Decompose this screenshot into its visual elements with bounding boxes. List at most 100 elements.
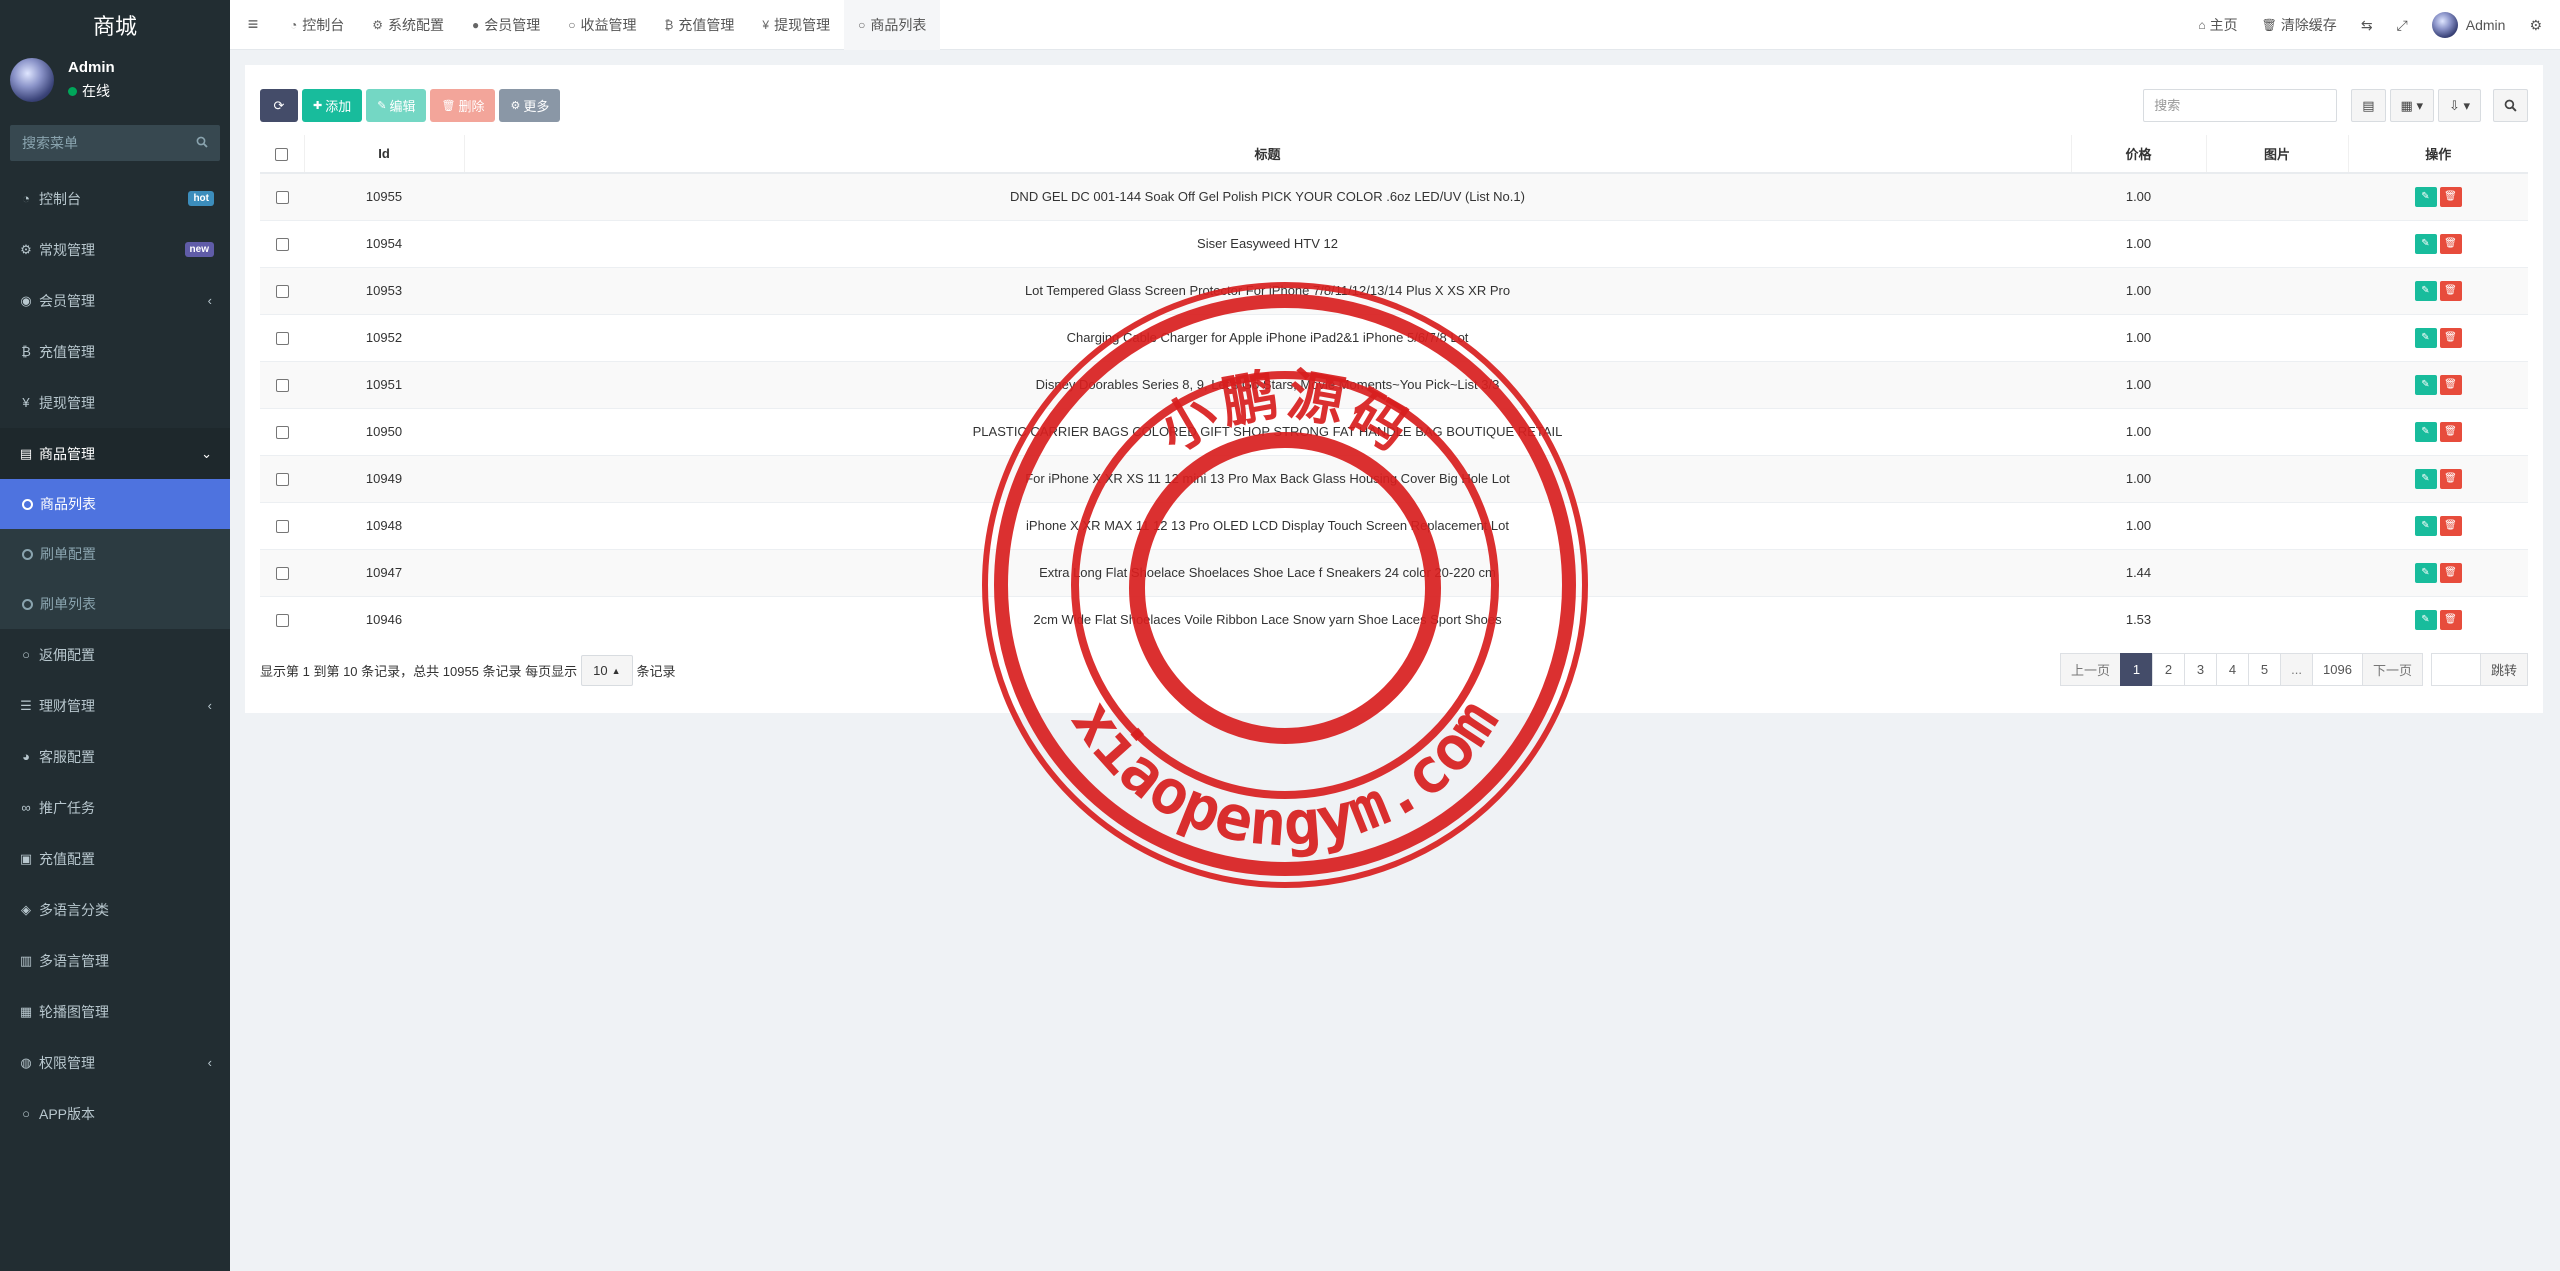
table-row[interactable]: 10947 Extra Long Flat Shoelace Shoelaces … — [260, 548, 2528, 596]
edit-row-icon[interactable]: ✎ — [2414, 609, 2437, 630]
table-search-input[interactable] — [2143, 89, 2338, 122]
row-checkbox[interactable] — [275, 520, 289, 534]
page-4-button[interactable]: 4 — [2216, 653, 2250, 686]
more-button[interactable]: ⚙ 更多 — [499, 89, 561, 122]
row-checkbox[interactable] — [275, 473, 289, 487]
page-2-button[interactable]: 2 — [2152, 653, 2186, 686]
sidebar-item-recharge-config[interactable]: ▣ 充值配置 — [0, 833, 230, 884]
sidebar-item-goods-list[interactable]: 商品列表 — [0, 479, 230, 529]
sidebar-item-commission[interactable]: ○ 返佣配置 — [0, 629, 230, 680]
brand-logo[interactable]: 商城 — [0, 0, 230, 50]
tab-dashboard[interactable]: ◔ 控制台 — [276, 0, 358, 50]
delete-row-icon[interactable]: 🗑 — [2439, 515, 2462, 536]
sidebar-item-lang-manage[interactable]: ▥ 多语言管理 — [0, 935, 230, 986]
edit-row-icon[interactable]: ✎ — [2414, 515, 2437, 536]
settings-gear-icon[interactable]: ⚙ — [2517, 17, 2560, 34]
row-checkbox[interactable] — [275, 567, 289, 581]
tab-members[interactable]: ● 会员管理 — [458, 0, 554, 50]
col-price[interactable]: 价格 — [2071, 135, 2207, 174]
sidebar-item-lang-category[interactable]: ◈ 多语言分类 — [0, 884, 230, 935]
page-5-button[interactable]: 5 — [2248, 653, 2282, 686]
jump-button[interactable]: 跳转 — [2479, 653, 2528, 686]
sidebar-item-goods[interactable]: ▤ 商品管理 ⌄ — [0, 428, 230, 479]
delete-button[interactable]: 🗑 删除 — [430, 89, 496, 122]
sidebar-item-service[interactable]: ◕ 客服配置 — [0, 731, 230, 782]
sidebar-item-banner[interactable]: ▦ 轮播图管理 — [0, 986, 230, 1037]
delete-row-icon[interactable]: 🗑 — [2439, 327, 2462, 348]
page-size-dropdown[interactable]: 10 ▲ — [581, 655, 633, 686]
delete-row-icon[interactable]: 🗑 — [2439, 609, 2462, 630]
select-all-checkbox[interactable] — [275, 148, 289, 162]
row-checkbox[interactable] — [275, 614, 289, 628]
advanced-search-icon[interactable] — [2493, 89, 2528, 122]
row-checkbox[interactable] — [275, 238, 289, 252]
table-row[interactable]: 10951 Disney Doorables Series 8, 9, Let's… — [260, 360, 2528, 408]
delete-row-icon[interactable]: 🗑 — [2439, 562, 2462, 583]
sidebar-item-order-config[interactable]: 刷单配置 — [0, 529, 230, 579]
search-icon[interactable] — [196, 135, 208, 151]
menu-toggle-icon[interactable]: ≡ — [230, 14, 276, 35]
sidebar-item-promotion[interactable]: ∞ 推广任务 — [0, 782, 230, 833]
delete-row-icon[interactable]: 🗑 — [2439, 280, 2462, 301]
delete-row-icon[interactable]: 🗑 — [2439, 233, 2462, 254]
add-button[interactable]: ✚ 添加 — [302, 89, 363, 122]
page-last-button[interactable]: 1096 — [2312, 653, 2363, 686]
table-row[interactable]: 10949 For iPhone X XR XS 11 12 mini 13 Pr… — [260, 454, 2528, 502]
sidebar-item-order-list[interactable]: 刷单列表 — [0, 579, 230, 629]
row-checkbox[interactable] — [275, 191, 289, 205]
delete-row-icon[interactable]: 🗑 — [2439, 374, 2462, 395]
tab-recharge[interactable]: ₿ 充值管理 — [651, 0, 749, 50]
edit-row-icon[interactable]: ✎ — [2414, 374, 2437, 395]
table-row[interactable]: 10954 Siser Easyweed HTV 12 1.00 ✎ 🗑 — [260, 219, 2528, 267]
row-checkbox[interactable] — [275, 285, 289, 299]
sidebar-item-dashboard[interactable]: ◔ 控制台 hot — [0, 173, 230, 224]
table-row[interactable]: 10946 2cm Wide Flat Shoelaces Voile Ribbo… — [260, 595, 2528, 643]
export-dropdown-icon[interactable]: ⇩ ▾ — [2437, 89, 2481, 122]
sidebar-item-app-version[interactable]: ○ APP版本 — [0, 1088, 230, 1139]
edit-row-icon[interactable]: ✎ — [2414, 186, 2437, 207]
home-link[interactable]: ⌂ 主页 — [2186, 15, 2249, 35]
page-3-button[interactable]: 3 — [2184, 653, 2218, 686]
table-row[interactable]: 10955 DND GEL DC 001-144 Soak Off Gel Pol… — [260, 172, 2528, 220]
tab-system-config[interactable]: ⚙ 系统配置 — [358, 0, 458, 50]
columns-dropdown-icon[interactable]: ▦ ▾ — [2389, 89, 2434, 122]
col-id[interactable]: Id — [304, 135, 465, 174]
table-row[interactable]: 10952 Charging Cable Charger for Apple iP… — [260, 313, 2528, 361]
sidebar-item-withdraw[interactable]: ¥ 提现管理 — [0, 377, 230, 428]
row-checkbox[interactable] — [275, 426, 289, 440]
tab-withdraw[interactable]: ¥ 提现管理 — [748, 0, 844, 50]
table-row[interactable]: 10948 iPhone X XR MAX 11 12 13 Pro OLED L… — [260, 501, 2528, 549]
tab-income[interactable]: ○ 收益管理 — [554, 0, 650, 50]
row-checkbox[interactable] — [275, 379, 289, 393]
sidebar-item-members[interactable]: ◉ 会员管理 ‹ — [0, 275, 230, 326]
sidebar-item-permission[interactable]: ◍ 权限管理 ‹ — [0, 1037, 230, 1088]
edit-row-icon[interactable]: ✎ — [2414, 327, 2437, 348]
edit-row-icon[interactable]: ✎ — [2414, 233, 2437, 254]
delete-row-icon[interactable]: 🗑 — [2439, 468, 2462, 489]
sidebar-item-general[interactable]: ⚙ 常规管理 new — [0, 224, 230, 275]
table-row[interactable]: 10950 PLASTIC CARRIER BAGS COLORED GIFT S… — [260, 407, 2528, 455]
prev-page-button[interactable]: 上一页 — [2060, 653, 2122, 686]
edit-row-icon[interactable]: ✎ — [2414, 421, 2437, 442]
row-checkbox[interactable] — [275, 332, 289, 346]
jump-page-input[interactable] — [2430, 653, 2481, 686]
sidebar-item-finance[interactable]: ☰ 理财管理 ‹ — [0, 680, 230, 731]
delete-row-icon[interactable]: 🗑 — [2439, 421, 2462, 442]
clear-cache-button[interactable]: 🗑 清除缓存 — [2250, 15, 2349, 35]
col-title[interactable]: 标题 — [464, 135, 2072, 174]
tab-goods-list[interactable]: ○ 商品列表 — [844, 0, 941, 50]
page-1-button[interactable]: 1 — [2120, 653, 2154, 686]
edit-row-icon[interactable]: ✎ — [2414, 562, 2437, 583]
delete-row-icon[interactable]: 🗑 — [2439, 186, 2462, 207]
table-row[interactable]: 10953 Lot Tempered Glass Screen Protector… — [260, 266, 2528, 314]
toggle-view-icon[interactable]: ▤ — [2351, 89, 2386, 122]
next-page-button[interactable]: 下一页 — [2361, 653, 2423, 686]
refresh-button[interactable]: ⟳ — [260, 89, 298, 122]
edit-button[interactable]: ✎ 编辑 — [366, 89, 427, 122]
menu-search-input[interactable] — [22, 135, 182, 151]
language-toggle-icon[interactable]: ⇆ — [2349, 17, 2385, 34]
sidebar-item-recharge[interactable]: ₿ 充值管理 — [0, 326, 230, 377]
admin-menu[interactable]: Admin — [2420, 12, 2518, 38]
fullscreen-icon[interactable]: ⤢ — [2385, 17, 2420, 34]
edit-row-icon[interactable]: ✎ — [2414, 468, 2437, 489]
